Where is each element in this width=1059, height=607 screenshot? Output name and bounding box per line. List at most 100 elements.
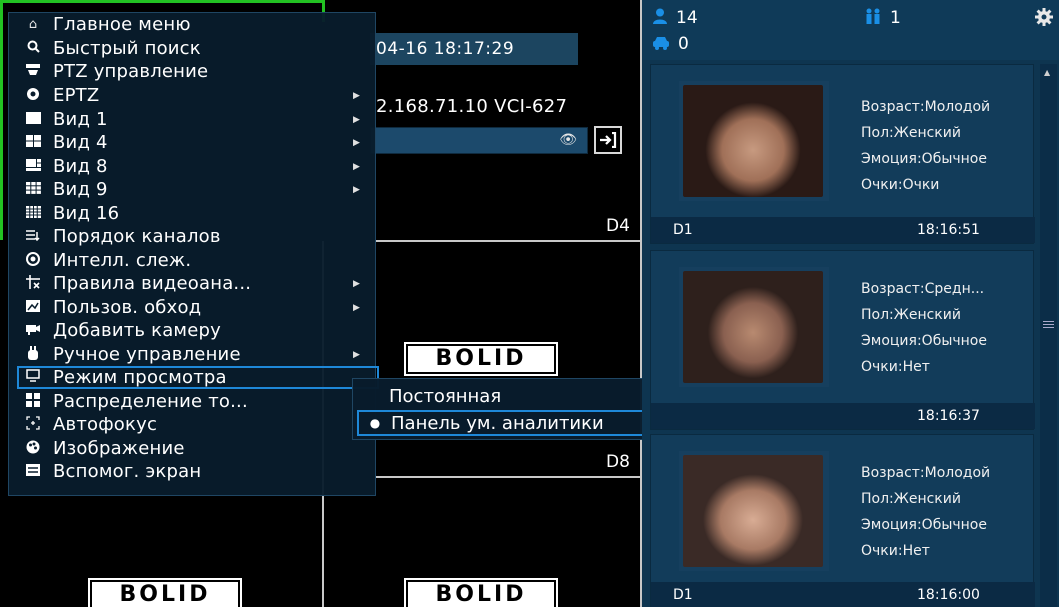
menu-item-label: Распределение то...: [53, 391, 248, 412]
menu-item-label: Порядок каналов: [53, 226, 221, 247]
group-icon: [864, 8, 882, 28]
radio-bullet-icon: ●: [369, 416, 381, 430]
autofocus-icon: [23, 415, 43, 434]
menu-item-quick-search[interactable]: Быстрый поиск: [9, 37, 375, 60]
menu-item-user-patrol[interactable]: Пользов. обход ▶: [9, 296, 375, 319]
group-count: 1: [864, 8, 901, 28]
menu-item-view-mode[interactable]: Режим просмотра: [17, 366, 379, 389]
osd-datetime: 04-16 18:17:29: [370, 33, 578, 65]
smart-analytics-panel: 14 1 0 Возраст:Молодой Пол:Женский Эмоци…: [642, 0, 1059, 607]
person-icon: [652, 8, 668, 28]
menu-item-manual-control[interactable]: Ручное управление ▶: [9, 343, 375, 366]
submenu-arrow-icon: ▶: [353, 278, 360, 289]
selected-channel-border-top: [0, 0, 324, 3]
attr-gender: Пол:Женский: [861, 491, 961, 507]
submenu-arrow-icon: ▶: [353, 137, 360, 148]
menu-item-channel-order[interactable]: Порядок каналов: [9, 225, 375, 248]
add-camera-icon: [23, 323, 43, 339]
view4-icon: [23, 134, 43, 151]
password-field[interactable]: 👁: [370, 127, 588, 154]
face-image: [683, 455, 823, 567]
tracking-icon: [23, 251, 43, 270]
face-thumbnail: [679, 81, 829, 201]
menu-item-aux-screen[interactable]: Вспомог. экран: [9, 460, 375, 483]
face-card[interactable]: Возраст:Молодой Пол:Женский Эмоция:Обычн…: [650, 434, 1035, 607]
view16-icon: [23, 205, 43, 222]
menu-item-label: EPTZ: [53, 85, 100, 106]
card-channel: D1: [673, 587, 693, 603]
bolid-logo: BOLID: [88, 578, 242, 607]
menu-item-label: Вид 9: [53, 179, 108, 200]
submenu-item-label: Постоянная: [389, 385, 502, 407]
card-footer: D1 18:16:00: [651, 582, 1035, 607]
bolid-logo: BOLID: [404, 578, 558, 607]
card-time: 18:16:00: [917, 587, 980, 603]
menu-item-label: Пользов. обход: [53, 297, 202, 318]
scrollbar-thumb[interactable]: [1043, 304, 1054, 344]
gear-icon[interactable]: [1035, 8, 1053, 31]
menu-item-view-1[interactable]: Вид 1 ▶: [9, 108, 375, 131]
card-footer: D1 18:16:51: [651, 217, 1035, 243]
channel-order-icon: [23, 229, 43, 245]
menu-item-view-16[interactable]: Вид 16: [9, 202, 375, 225]
card-footer: 18:16:37: [651, 403, 1035, 429]
submenu-arrow-icon: ▶: [353, 302, 360, 313]
card-channel: D1: [673, 222, 693, 238]
context-menu: ⌂ Главное меню Быстрый поиск PTZ управле…: [8, 12, 379, 496]
menu-item-label: Быстрый поиск: [53, 38, 201, 59]
grid-divider-h2: [376, 476, 642, 478]
submenu-item-label: Панель ум. аналитики: [391, 412, 604, 434]
ptz-icon: [23, 63, 43, 80]
menu-item-label: Автофокус: [53, 414, 158, 435]
menu-item-view-8[interactable]: Вид 8 ▶: [9, 155, 375, 178]
attr-emotion: Эмоция:Обычное: [861, 517, 987, 533]
menu-item-label: Добавить камеру: [53, 320, 221, 341]
view8-icon: [23, 158, 43, 175]
view1-icon: [23, 111, 43, 128]
search-icon: [23, 40, 43, 57]
menu-item-label: Режим просмотра: [53, 367, 227, 388]
menu-item-stream-distribution[interactable]: Распределение то...: [9, 390, 375, 413]
eptz-icon: [23, 87, 43, 105]
attr-glasses: Очки:Очки: [861, 177, 940, 193]
menu-item-label: PTZ управление: [53, 61, 209, 82]
home-icon: ⌂: [28, 17, 38, 32]
bolid-logo: BOLID: [404, 342, 558, 376]
attr-glasses: Очки:Нет: [861, 543, 930, 559]
menu-item-label: Вид 8: [53, 156, 108, 177]
menu-item-ptz[interactable]: PTZ управление: [9, 60, 375, 83]
channel-label-d4: D4: [606, 216, 630, 236]
cards-scrollbar[interactable]: ▲: [1040, 64, 1057, 607]
menu-item-autofocus[interactable]: Автофокус: [9, 413, 375, 436]
face-thumbnail: [679, 267, 829, 387]
menu-item-eptz[interactable]: EPTZ ▶: [9, 84, 375, 107]
menu-item-label: Главное меню: [53, 14, 191, 35]
image-icon: [23, 440, 43, 458]
attr-gender: Пол:Женский: [861, 125, 961, 141]
menu-item-main-menu[interactable]: ⌂ Главное меню: [9, 13, 375, 36]
menu-item-analytics-rules[interactable]: Правила видеоана... ▶: [9, 272, 375, 295]
login-icon: [600, 132, 617, 148]
card-time: 18:16:51: [917, 222, 980, 238]
scroll-up-icon[interactable]: ▲: [1044, 68, 1050, 77]
menu-item-label: Изображение: [53, 438, 185, 459]
menu-item-label: Ручное управление: [53, 344, 241, 365]
attr-age: Возраст:Молодой: [861, 465, 991, 481]
login-button[interactable]: [594, 126, 622, 154]
card-time: 18:16:37: [917, 408, 980, 424]
menu-item-view-9[interactable]: Вид 9 ▶: [9, 178, 375, 201]
menu-item-smart-tracking[interactable]: Интелл. слеж.: [9, 249, 375, 272]
people-count: 14: [652, 8, 698, 28]
menu-item-add-camera[interactable]: Добавить камеру: [9, 319, 375, 342]
view9-icon: [23, 181, 43, 198]
face-card[interactable]: Возраст:Средн... Пол:Женский Эмоция:Обыч…: [650, 250, 1035, 430]
show-password-icon[interactable]: 👁: [559, 132, 577, 148]
face-card[interactable]: Возраст:Молодой Пол:Женский Эмоция:Обычн…: [650, 64, 1035, 244]
face-cards-list: Возраст:Молодой Пол:Женский Эмоция:Обычн…: [650, 64, 1040, 607]
vehicle-count: 0: [652, 34, 689, 54]
menu-item-label: Вид 16: [53, 203, 120, 224]
attr-emotion: Эмоция:Обычное: [861, 333, 987, 349]
menu-item-image[interactable]: Изображение: [9, 437, 375, 460]
menu-item-view-4[interactable]: Вид 4 ▶: [9, 131, 375, 154]
aux-screen-icon: [23, 463, 43, 480]
